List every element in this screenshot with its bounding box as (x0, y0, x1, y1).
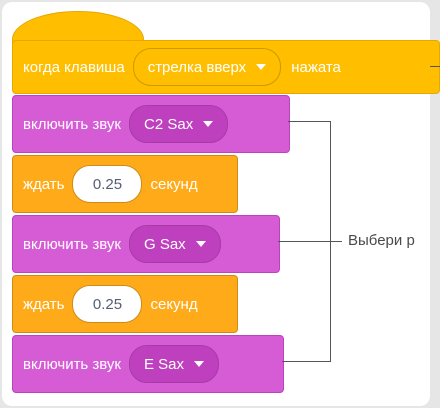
wait-seconds-input-1[interactable]: 0.25 (72, 165, 143, 203)
chevron-down-icon (203, 121, 214, 127)
wait-label: ждать (23, 295, 65, 313)
play-sound-block-2[interactable]: включить звук G Sax (12, 215, 280, 273)
chevron-down-icon (256, 64, 267, 70)
wait-label: ждать (23, 175, 65, 193)
play-sound-block-1[interactable]: включить звук C2 Sax (12, 95, 290, 153)
sound-dropdown-2[interactable]: G Sax (129, 225, 221, 263)
key-dropdown-value: стрелка вверх (147, 58, 247, 76)
wait-unit-label: секунд (150, 175, 198, 193)
bracket-bottom-line (282, 361, 330, 362)
play-sound-label: включить звук (23, 235, 121, 253)
play-sound-label: включить звук (23, 355, 121, 373)
wait-seconds-input-2[interactable]: 0.25 (72, 285, 143, 323)
bracket-top-line (288, 121, 330, 122)
sound-dropdown-1[interactable]: C2 Sax (129, 105, 229, 143)
play-sound-label: включить звук (23, 115, 121, 133)
hat-block-label: когда клавиша (23, 58, 125, 76)
sound-dropdown-3[interactable]: E Sax (129, 345, 220, 383)
chevron-down-icon (194, 361, 205, 367)
play-sound-block-3[interactable]: включить звук E Sax (12, 335, 284, 393)
sound-dropdown-value: C2 Sax (144, 115, 194, 133)
bracket-mid-line (278, 241, 330, 242)
bracket-connector-line (330, 241, 342, 242)
key-dropdown[interactable]: стрелка вверх (132, 48, 282, 86)
callout-text: Выбери р (348, 232, 415, 249)
hat-pointer-line (430, 66, 440, 67)
wait-unit-label: секунд (150, 295, 198, 313)
wait-block-2[interactable]: ждать 0.25 секунд (12, 275, 238, 333)
when-key-pressed-block[interactable]: когда клавиша стрелка вверх нажата (12, 40, 440, 94)
script-stack: когда клавиша стрелка вверх нажата включ… (2, 2, 440, 406)
chevron-down-icon (195, 241, 206, 247)
wait-block-1[interactable]: ждать 0.25 секунд (12, 155, 238, 213)
sound-dropdown-value: G Sax (144, 235, 186, 253)
sound-dropdown-value: E Sax (144, 355, 185, 373)
hat-block-suffix: нажата (291, 58, 341, 76)
